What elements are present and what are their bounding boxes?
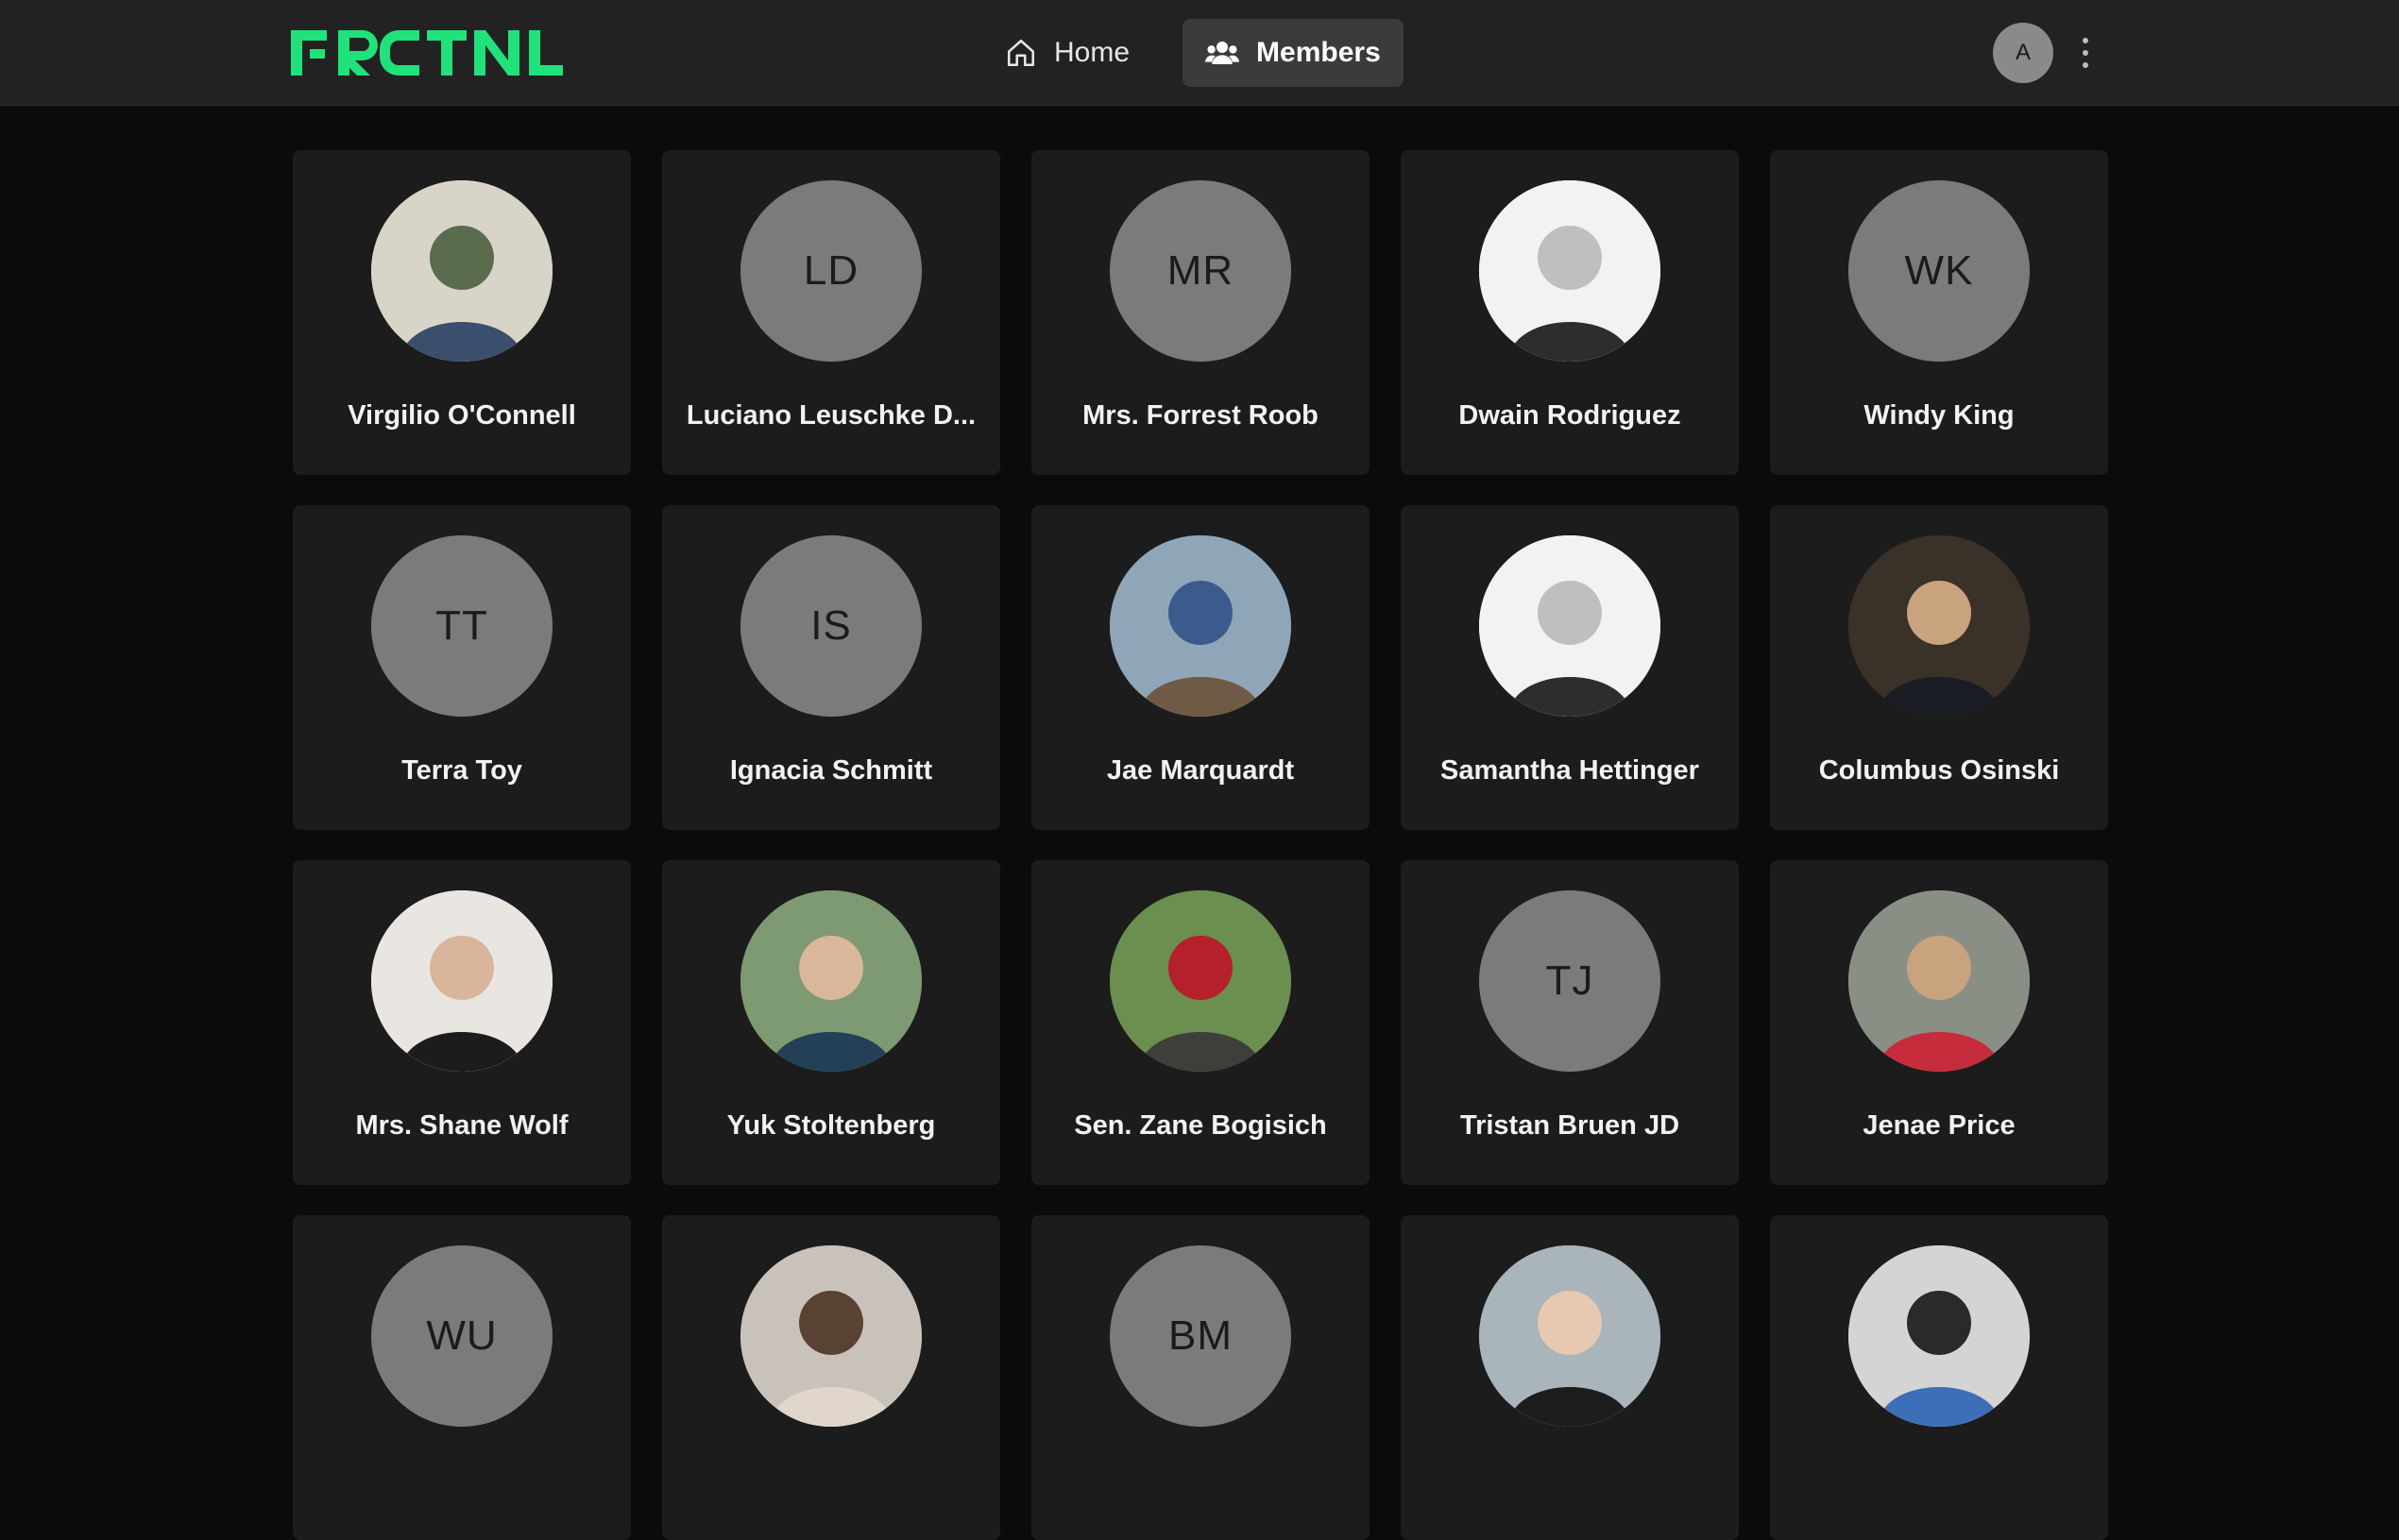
members-grid: Virgilio O'Connell LD Luciano Leuschke D..… bbox=[293, 150, 2108, 1540]
member-initials: WU bbox=[426, 1312, 498, 1359]
member-avatar bbox=[1479, 180, 1660, 362]
member-initials: LD bbox=[803, 247, 859, 294]
member-initials: IS bbox=[810, 602, 852, 649]
member-avatar: TJ bbox=[1479, 890, 1660, 1072]
home-icon bbox=[1007, 39, 1035, 67]
member-avatar bbox=[1848, 890, 2030, 1072]
member-name: Tristan Bruen JD bbox=[1459, 1110, 1680, 1141]
member-name: Ignacia Schmitt bbox=[729, 755, 933, 786]
member-name: Samantha Hettinger bbox=[1440, 755, 1699, 786]
member-initials: WK bbox=[1904, 247, 1974, 294]
member-avatar bbox=[740, 890, 922, 1072]
nav-home[interactable]: Home bbox=[982, 19, 1152, 87]
member-name: Luciano Leuschke D... bbox=[686, 400, 977, 431]
member-photo bbox=[1110, 535, 1291, 717]
member-photo bbox=[1110, 890, 1291, 1072]
nav-members[interactable]: Members bbox=[1182, 19, 1404, 87]
member-photo bbox=[1848, 890, 2030, 1072]
member-photo bbox=[371, 180, 553, 362]
member-initials: BM bbox=[1168, 1312, 1233, 1359]
member-avatar: MR bbox=[1110, 180, 1291, 362]
member-avatar: IS bbox=[740, 535, 922, 717]
member-avatar: WU bbox=[371, 1245, 553, 1427]
frctnl-logo[interactable] bbox=[291, 28, 574, 77]
member-card[interactable]: Samantha Hettinger bbox=[1401, 505, 1739, 830]
member-name: Sen. Zane Bogisich bbox=[1074, 1110, 1327, 1141]
member-card[interactable]: Columbus Osinski bbox=[1770, 505, 2108, 830]
member-card[interactable]: WK Windy King bbox=[1770, 150, 2108, 475]
member-photo bbox=[1848, 1245, 2030, 1427]
member-name: Jenae Price bbox=[1863, 1110, 2016, 1141]
nav-members-label: Members bbox=[1256, 37, 1381, 68]
member-name: Virgilio O'Connell bbox=[348, 400, 576, 431]
member-avatar bbox=[1848, 535, 2030, 717]
member-card[interactable] bbox=[1770, 1215, 2108, 1540]
member-avatar bbox=[1479, 1245, 1660, 1427]
member-name: Columbus Osinski bbox=[1818, 755, 2060, 786]
member-name: Mrs. Forrest Roob bbox=[1082, 400, 1319, 431]
member-card[interactable]: Virgilio O'Connell bbox=[293, 150, 631, 475]
member-initials: TJ bbox=[1545, 957, 1594, 1004]
member-photo bbox=[740, 1245, 922, 1427]
member-avatar: WK bbox=[1848, 180, 2030, 362]
more-options-icon[interactable] bbox=[2074, 34, 2097, 72]
member-avatar bbox=[1479, 535, 1660, 717]
member-card[interactable]: BM bbox=[1031, 1215, 1370, 1540]
member-card[interactable]: Dwain Rodriguez bbox=[1401, 150, 1739, 475]
member-name: Mrs. Shane Wolf bbox=[355, 1110, 569, 1141]
member-card[interactable]: Mrs. Shane Wolf bbox=[293, 860, 631, 1185]
member-card[interactable] bbox=[1401, 1215, 1739, 1540]
member-avatar bbox=[740, 1245, 922, 1427]
member-card[interactable] bbox=[662, 1215, 1000, 1540]
member-card[interactable]: Jae Marquardt bbox=[1031, 505, 1370, 830]
member-avatar: TT bbox=[371, 535, 553, 717]
member-avatar: LD bbox=[740, 180, 922, 362]
member-photo bbox=[1479, 180, 1660, 362]
member-name: Windy King bbox=[1863, 400, 2015, 431]
member-photo bbox=[1479, 1245, 1660, 1427]
user-initial: A bbox=[2015, 40, 2031, 65]
member-photo bbox=[740, 890, 922, 1072]
member-card[interactable]: TT Terra Toy bbox=[293, 505, 631, 830]
main-nav: Home Members bbox=[982, 19, 1404, 87]
member-avatar: BM bbox=[1110, 1245, 1291, 1427]
member-card[interactable]: IS Ignacia Schmitt bbox=[662, 505, 1000, 830]
member-avatar bbox=[1848, 1245, 2030, 1427]
users-icon bbox=[1205, 42, 1240, 64]
member-name: Jae Marquardt bbox=[1106, 755, 1295, 786]
member-photo bbox=[371, 890, 553, 1072]
logo-wordmark bbox=[291, 30, 563, 76]
member-card[interactable]: Sen. Zane Bogisich bbox=[1031, 860, 1370, 1185]
member-card[interactable]: Yuk Stoltenberg bbox=[662, 860, 1000, 1185]
member-photo bbox=[1848, 535, 2030, 717]
top-navigation-bar: Home Members A bbox=[0, 0, 2399, 106]
member-card[interactable]: Jenae Price bbox=[1770, 860, 2108, 1185]
member-avatar bbox=[371, 890, 553, 1072]
member-initials: TT bbox=[435, 602, 488, 649]
member-photo bbox=[1479, 535, 1660, 717]
member-name: Terra Toy bbox=[401, 755, 522, 786]
member-name: Yuk Stoltenberg bbox=[726, 1110, 936, 1141]
member-card[interactable]: WU bbox=[293, 1215, 631, 1540]
member-avatar bbox=[1110, 890, 1291, 1072]
member-initials: MR bbox=[1166, 247, 1234, 294]
member-card[interactable]: MR Mrs. Forrest Roob bbox=[1031, 150, 1370, 475]
nav-home-label: Home bbox=[1054, 37, 1131, 68]
user-avatar-button[interactable]: A bbox=[1993, 23, 2053, 83]
member-name: Dwain Rodriguez bbox=[1458, 400, 1681, 431]
member-card[interactable]: TJ Tristan Bruen JD bbox=[1401, 860, 1739, 1185]
member-avatar bbox=[1110, 535, 1291, 717]
member-card[interactable]: LD Luciano Leuschke D... bbox=[662, 150, 1000, 475]
member-avatar bbox=[371, 180, 553, 362]
